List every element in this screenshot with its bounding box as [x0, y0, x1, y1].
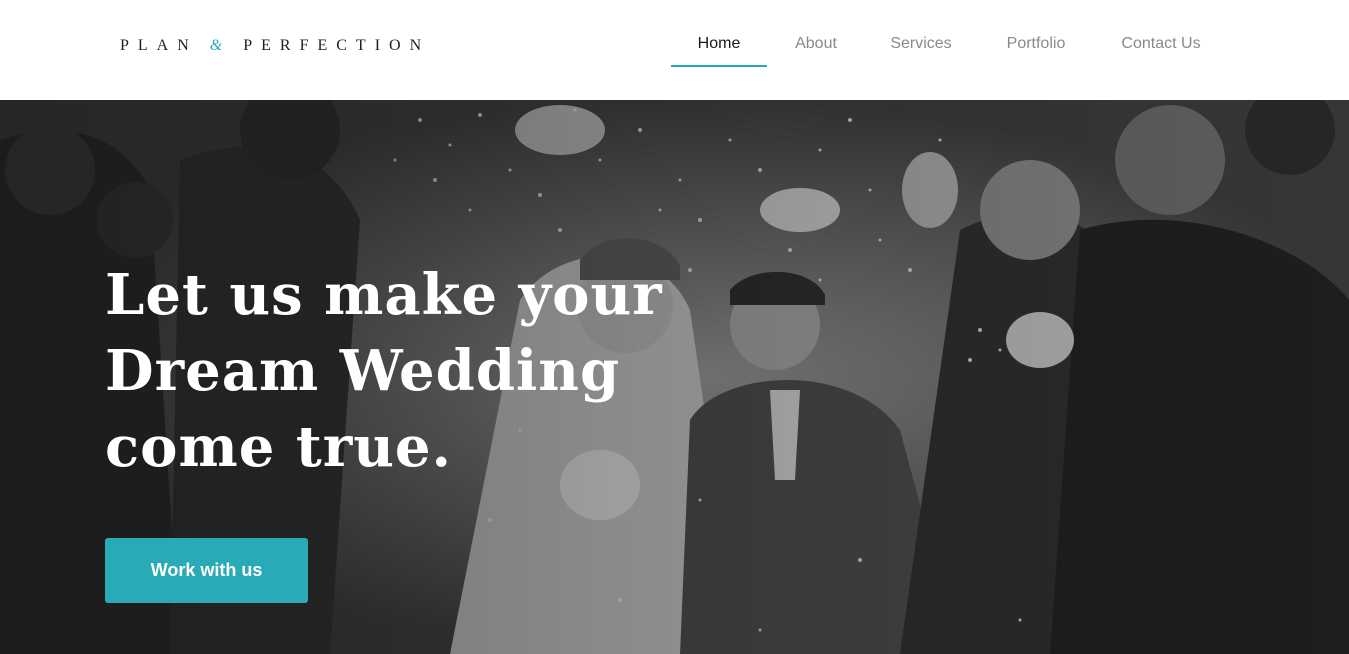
nav-about[interactable]: About [782, 33, 850, 67]
work-with-us-button[interactable]: Work with us [105, 538, 308, 603]
brand-logo[interactable]: PLAN & PERFECTION [120, 37, 430, 55]
site-header: PLAN & PERFECTION Home About Services Port… [0, 0, 1349, 100]
nav-contact-us[interactable]: Contact Us [1116, 33, 1206, 67]
hero-headline: Let us make your Dream Wedding come true… [105, 257, 665, 485]
nav-portfolio[interactable]: Portfolio [997, 33, 1075, 67]
nav-services-label: Services [890, 35, 952, 52]
nav-home-label: Home [697, 35, 741, 52]
hero-section: Let us make your Dream Wedding come true… [0, 100, 1349, 654]
nav-about-label: About [795, 35, 837, 52]
logo-ampersand: & [209, 37, 232, 54]
headline-line-1: Let us make your [105, 262, 663, 328]
headline-line-3: come true. [105, 414, 453, 480]
nav-contact-us-label: Contact Us [1121, 35, 1201, 52]
logo-text-plan: PLAN [120, 37, 198, 54]
logo-text-perfection: PERFECTION [243, 37, 431, 54]
nav-portfolio-label: Portfolio [1006, 35, 1066, 52]
headline-line-2: Dream Wedding [105, 338, 621, 404]
nav-services[interactable]: Services [883, 33, 959, 67]
nav-home[interactable]: Home [671, 33, 767, 67]
